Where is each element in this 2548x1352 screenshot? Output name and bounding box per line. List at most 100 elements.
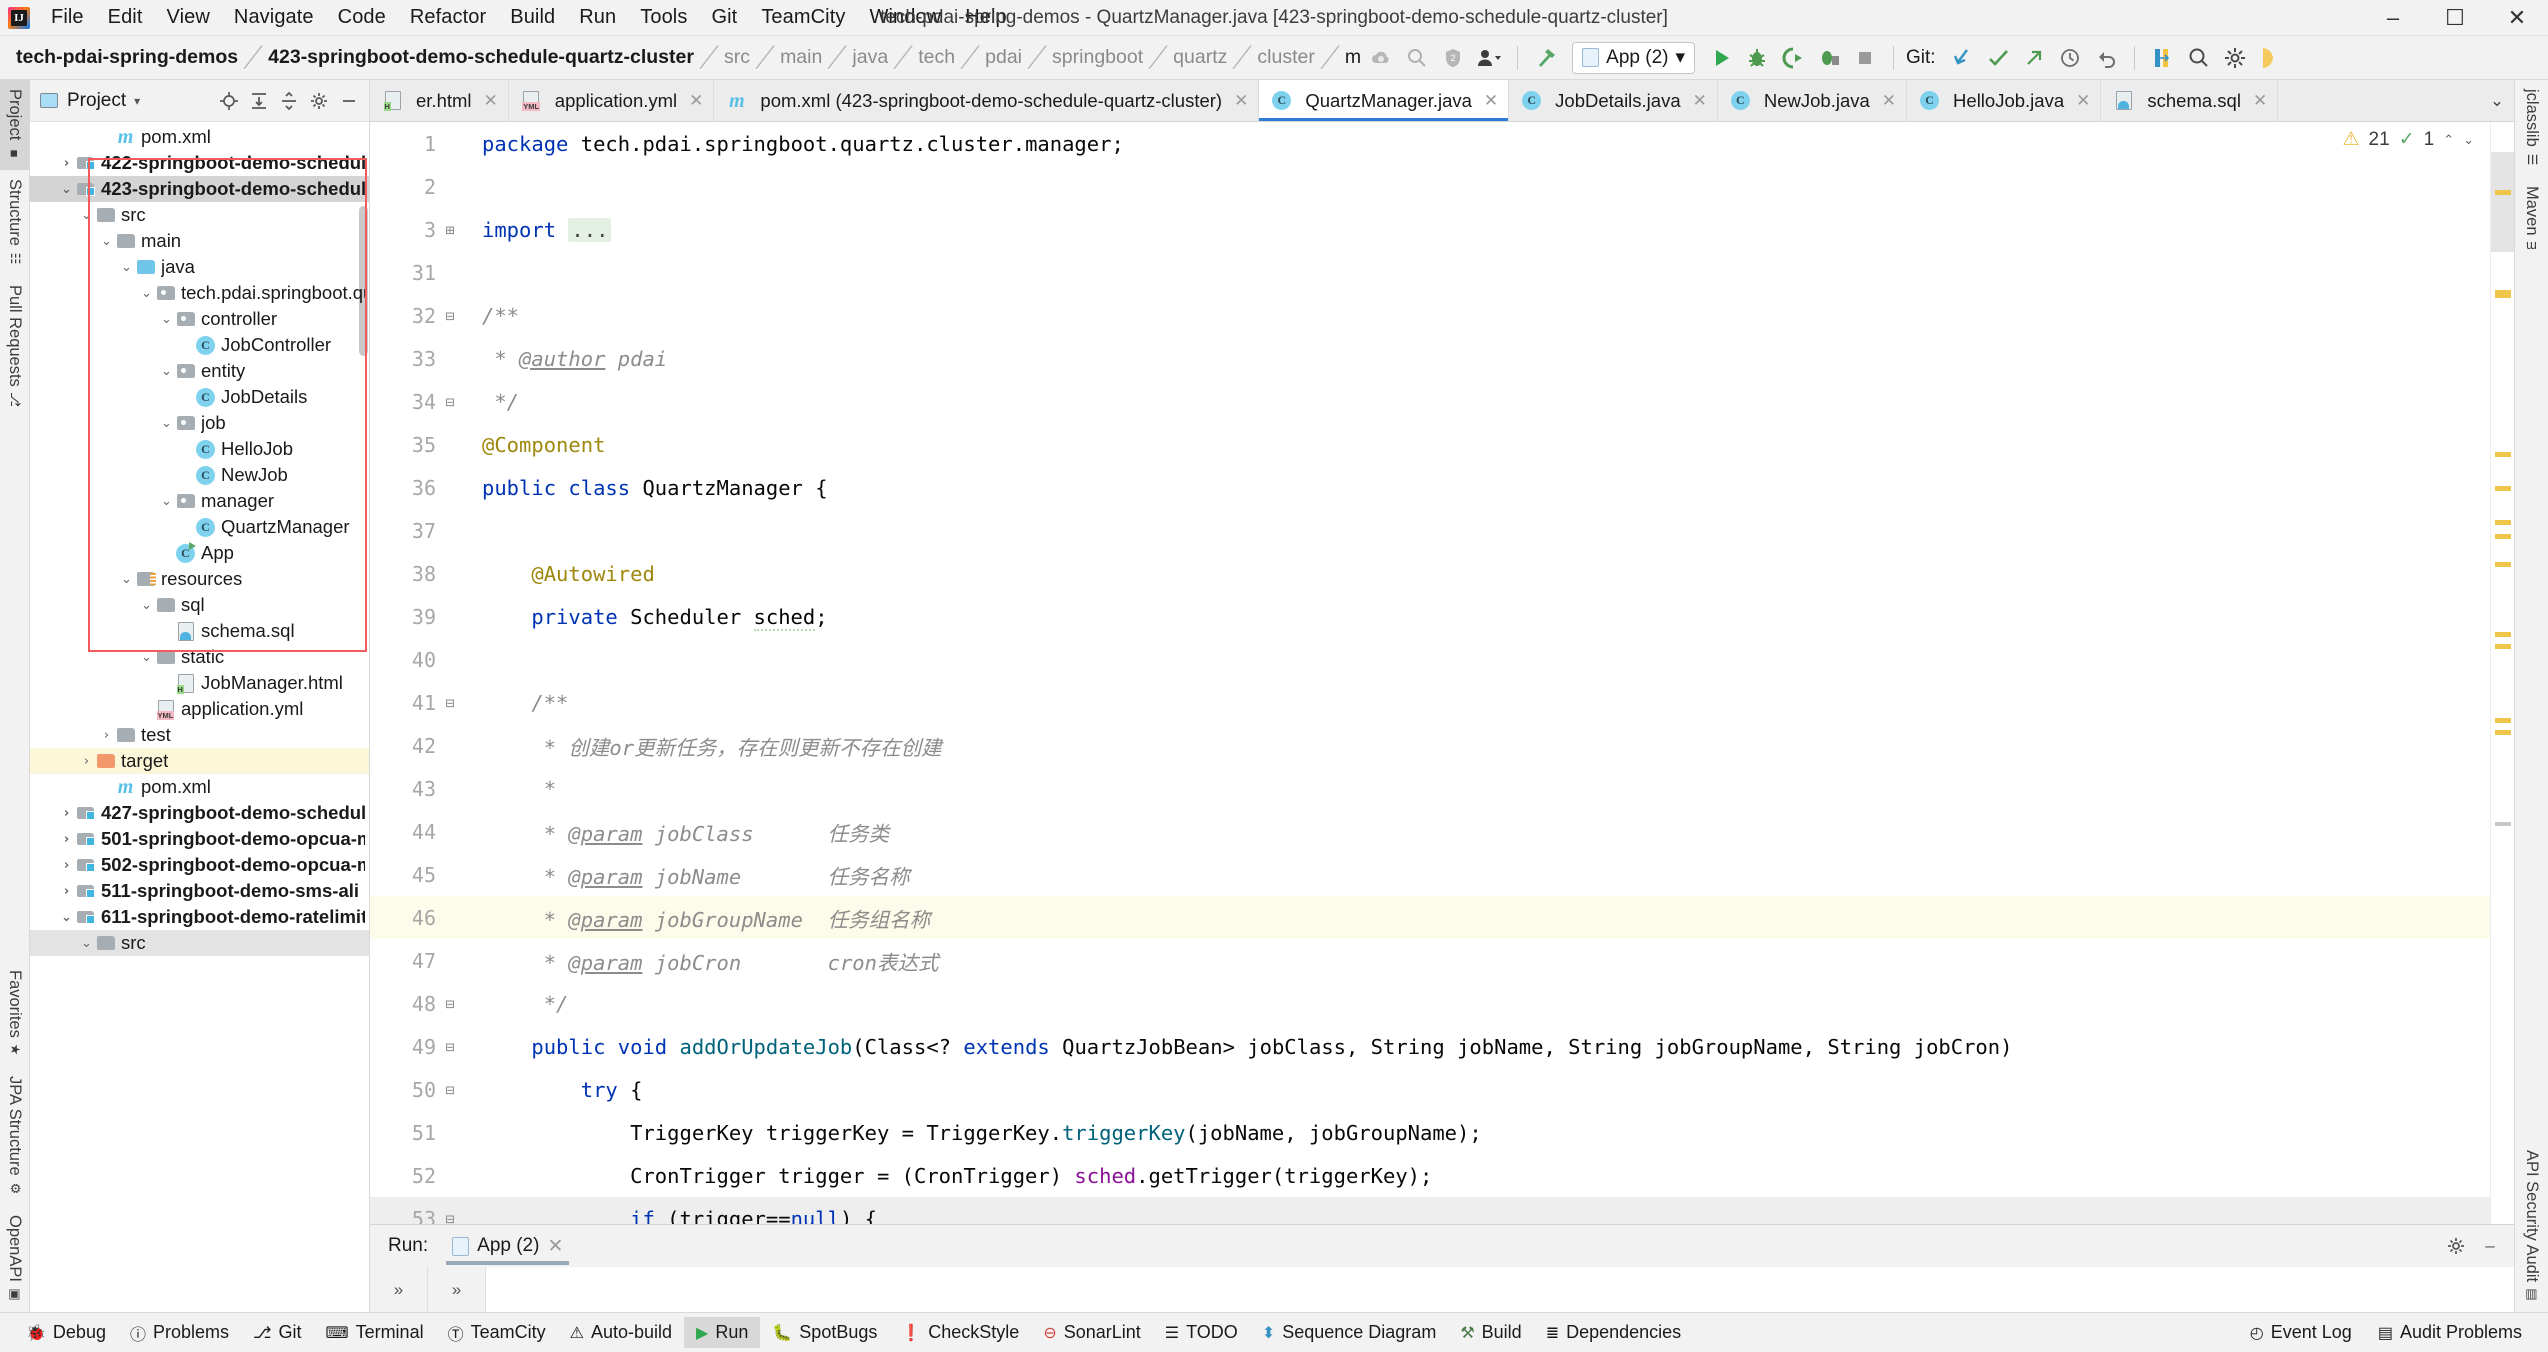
settings-gear-icon[interactable] [2442,1232,2470,1260]
tree-row[interactable]: YMLapplication.yml [30,696,369,722]
menu-item-file[interactable]: File [40,3,95,32]
chevron-right-icon[interactable]: › [58,806,75,821]
editor-tab-er.html[interactable]: Her.html✕ [370,80,509,121]
code-line[interactable]: 42 * 创建or更新任务，存在则更新不存在创建 [370,724,2490,767]
close-icon[interactable]: ✕ [1234,91,1248,111]
chevron-right-icon[interactable]: › [58,156,75,171]
tree-row[interactable]: CJobController [30,332,369,358]
chevron-down-icon[interactable]: ▾ [134,94,140,108]
tree-row[interactable]: ⌄src [30,930,369,956]
rail-item-pull-requests[interactable]: Pull Requests⎇ [0,276,29,417]
ide-features-icon[interactable] [2256,43,2286,73]
code-line[interactable]: 33 * @author pdai [370,337,2490,380]
search-icon[interactable] [2184,43,2214,73]
close-icon[interactable]: ✕ [1484,91,1498,111]
warning-marker[interactable] [2495,562,2511,567]
search-everywhere-icon[interactable] [1402,43,1432,73]
close-icon[interactable]: ✕ [484,91,498,111]
menu-item-refactor[interactable]: Refactor [399,3,497,32]
breadcrumb-item-7[interactable]: springboot [1050,46,1145,69]
code-line[interactable]: 49⊟ public void addOrUpdateJob(Class<? e… [370,1025,2490,1068]
status-bar-item-terminal[interactable]: ⌨Terminal [313,1317,435,1348]
breadcrumb-item-1[interactable]: 423-springboot-demo-schedule-quartz-clus… [266,46,696,69]
chevron-down-icon[interactable]: ⌄ [158,416,175,431]
code-line[interactable]: 45 * @param jobName 任务名称 [370,853,2490,896]
code-line[interactable]: 32⊟/** [370,294,2490,337]
warning-marker[interactable] [2495,190,2511,195]
settings-gear-icon[interactable] [305,87,333,115]
breadcrumb-item-4[interactable]: java [850,46,890,69]
fold-collapse-icon[interactable]: ⊟ [442,307,458,325]
editor-tab-schema.sql[interactable]: schema.sql✕ [2101,80,2278,121]
tree-row[interactable]: CHelloJob [30,436,369,462]
chevron-right-icon[interactable]: › [98,728,115,743]
tree-row[interactable]: ⌄tech.pdai.springboot.quartz.clust [30,280,369,306]
run-tab-app[interactable]: App (2) ✕ [442,1225,573,1267]
code-line[interactable]: 1package tech.pdai.springboot.quartz.clu… [370,122,2490,165]
tree-row[interactable]: ⌄entity [30,358,369,384]
profiler-icon[interactable] [1814,43,1844,73]
code-line[interactable]: 44 * @param jobClass 任务类 [370,810,2490,853]
run-configuration-selector[interactable]: App (2) ▾ [1572,42,1695,74]
code-line[interactable]: 2 [370,165,2490,208]
code-line[interactable]: 52 CronTrigger trigger = (CronTrigger) s… [370,1154,2490,1197]
tree-row[interactable]: mpom.xml [30,774,369,800]
rail-item-jclasslib[interactable]: jclasslib☰ [2515,80,2548,177]
menu-item-tools[interactable]: Tools [629,3,698,32]
tab-overflow-chevron-down-icon[interactable]: ⌄ [2480,80,2514,121]
status-bar-item-auto-build[interactable]: ⚠Auto-build [558,1317,684,1348]
chevron-down-icon[interactable]: ⌄ [78,208,95,223]
warning-marker[interactable] [2495,452,2511,457]
status-bar-item-dependencies[interactable]: ≣Dependencies [1534,1317,1694,1348]
chevron-right-icon[interactable]: › [58,858,75,873]
code-line[interactable]: 35@Component [370,423,2490,466]
tree-row[interactable]: ›502-springboot-demo-opcua-milo-client [30,852,369,878]
code-line[interactable]: 37 [370,509,2490,552]
status-bar-item-event-log[interactable]: ◴Event Log [2238,1317,2364,1348]
fold-expand-icon[interactable]: ⊞ [442,221,458,239]
editor-tab-hellojob.java[interactable]: CHelloJob.java✕ [1907,80,2101,121]
code-editor[interactable]: 1package tech.pdai.springboot.quartz.clu… [370,122,2514,1224]
tree-row[interactable]: ⌄resources [30,566,369,592]
warning-marker[interactable] [2495,730,2511,735]
chevron-down-icon[interactable]: ⌄ [158,312,175,327]
tree-row[interactable]: ›422-springboot-demo-schedule-quartz [30,150,369,176]
fold-collapse-icon[interactable]: ⊟ [442,995,458,1013]
menu-item-git[interactable]: Git [700,3,748,32]
project-tree[interactable]: mpom.xml ›422-springboot-demo-schedule-qu… [30,122,369,1312]
user-avatar-icon[interactable] [1474,43,1504,73]
rail-item-api-security-audit[interactable]: API Security Audit▤ [2515,1141,2548,1312]
chevron-down-icon[interactable]: ⌄ [138,598,155,613]
fold-collapse-icon[interactable]: ⊟ [442,393,458,411]
run-console-output[interactable] [486,1267,2514,1312]
tree-row[interactable]: CApp [30,540,369,566]
status-bar-item-run[interactable]: ▶Run [684,1317,760,1348]
code-line[interactable]: 34⊟ */ [370,380,2490,423]
chevron-down-icon[interactable]: ⌄ [138,286,155,301]
editor-tab-quartzmanager.java[interactable]: CQuartzManager.java✕ [1259,80,1509,121]
chevron-up-icon[interactable]: ⌃ [2443,132,2454,148]
tree-row[interactable]: ⌄sql [30,592,369,618]
chevron-down-icon[interactable]: ⌄ [158,494,175,509]
run-coverage-icon[interactable] [1778,43,1808,73]
code-line[interactable]: 36public class QuartzManager { [370,466,2490,509]
tree-row[interactable]: ⌄static [30,644,369,670]
code-line[interactable]: 41⊟ /** [370,681,2490,724]
rollback-icon[interactable] [2091,43,2121,73]
status-bar-item-sonarlint[interactable]: ⊖SonarLint [1031,1317,1152,1348]
debug-icon[interactable] [1742,43,1772,73]
chevron-right-icon[interactable]: › [58,884,75,899]
rail-item-openapi[interactable]: OpenAPI▣ [0,1206,29,1312]
menu-item-teamcity[interactable]: TeamCity [750,3,856,32]
status-bar-item-build[interactable]: ⚒Build [1448,1317,1533,1348]
close-icon[interactable]: ✕ [1693,91,1707,111]
status-bar-item-git[interactable]: ⎇Git [241,1317,313,1348]
breadcrumb-item-0[interactable]: tech-pdai-spring-demos [14,46,240,69]
close-icon[interactable]: ✕ [2253,91,2267,111]
breadcrumb-item-2[interactable]: src [722,46,752,69]
breadcrumb-item-9[interactable]: cluster [1255,46,1316,69]
tree-row[interactable]: ⌄java [30,254,369,280]
menu-item-run[interactable]: Run [568,3,627,32]
close-button[interactable]: ✕ [2486,0,2548,36]
close-icon[interactable]: ✕ [689,91,703,111]
